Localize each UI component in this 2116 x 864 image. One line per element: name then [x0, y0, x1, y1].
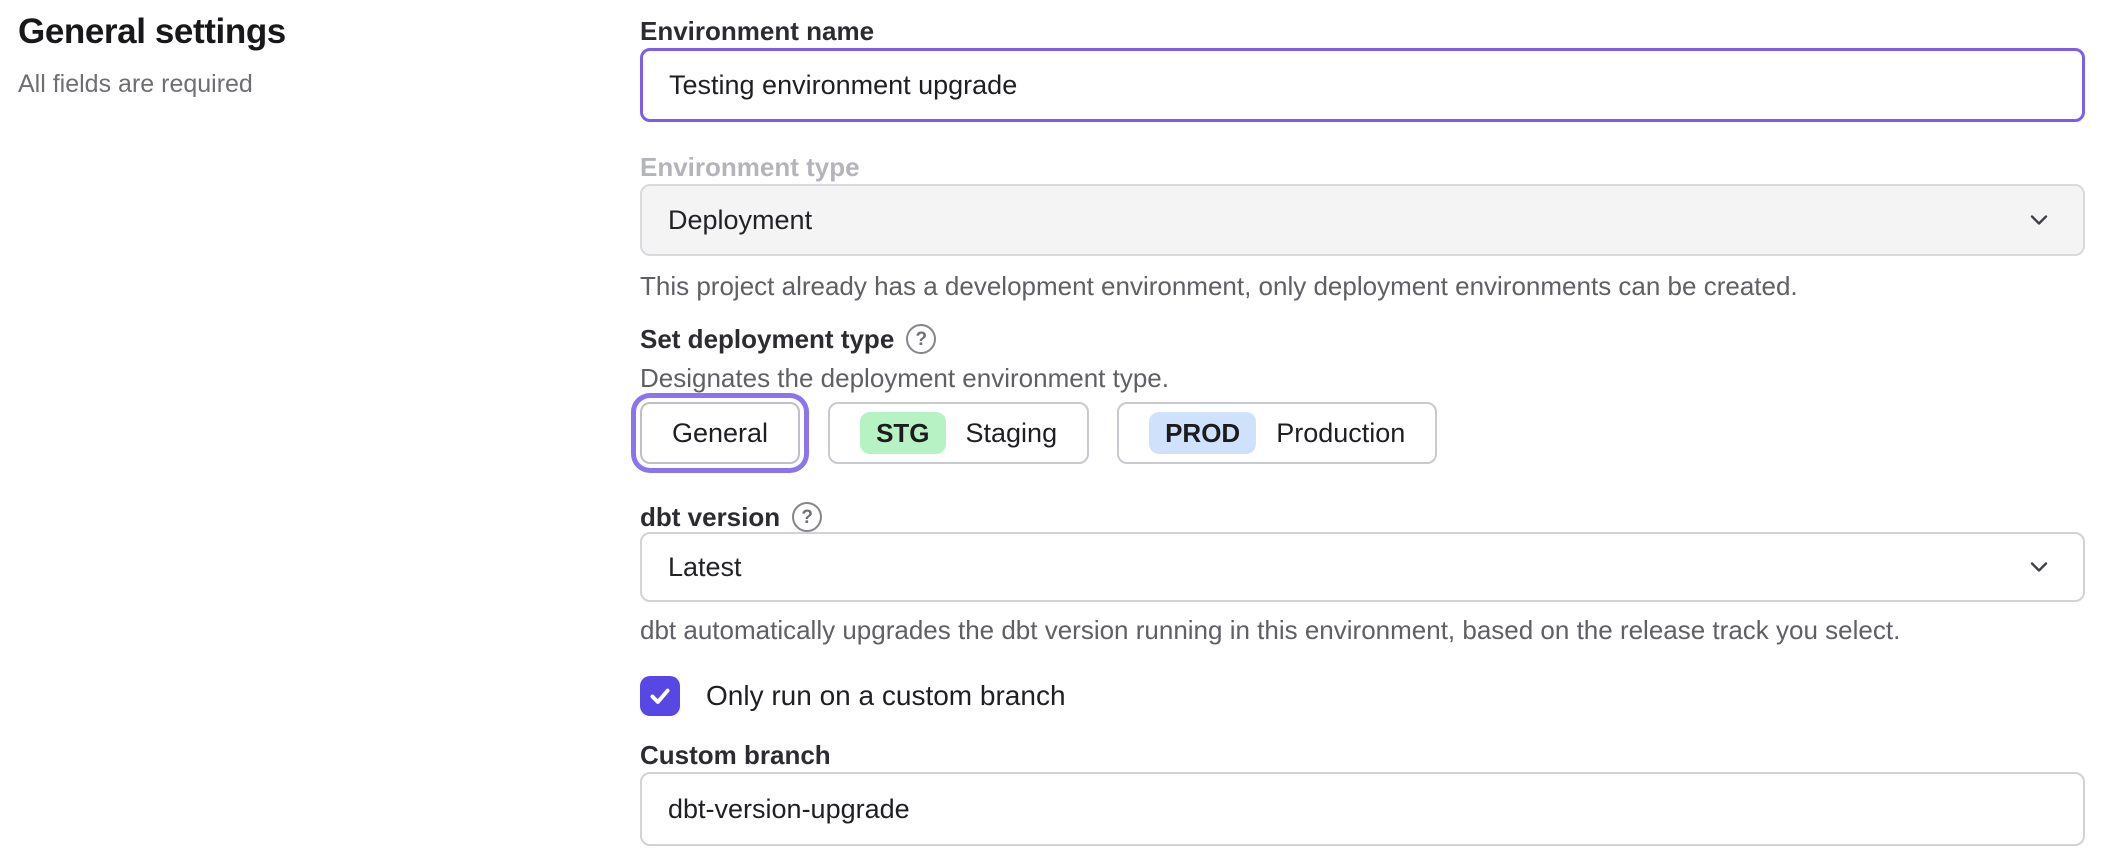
chevron-down-icon [2025, 553, 2053, 581]
environment-name-input[interactable] [640, 48, 2085, 122]
checkmark-icon [647, 683, 673, 709]
help-icon[interactable]: ? [792, 502, 822, 532]
intro-section: General settings All fields are required [18, 12, 286, 99]
deployment-type-general-button[interactable]: General [640, 402, 800, 464]
environment-type-helper: This project already has a development e… [640, 270, 2085, 302]
environment-name-label: Environment name [640, 14, 2085, 48]
page-title: General settings [18, 12, 286, 52]
custom-branch-label: Custom branch [640, 738, 2085, 772]
dbt-version-label-text: dbt version [640, 500, 780, 534]
chevron-down-icon [2025, 206, 2053, 234]
deployment-type-production-label: Production [1276, 418, 1405, 449]
environment-type-value: Deployment [668, 205, 812, 236]
deployment-type-staging-button[interactable]: STG Staging [828, 402, 1089, 464]
environment-settings-form: Environment name Environment type Deploy… [640, 0, 2085, 864]
custom-branch-input[interactable] [640, 772, 2085, 846]
custom-branch-toggle-label: Only run on a custom branch [706, 680, 1066, 712]
custom-branch-checkbox[interactable] [640, 676, 680, 716]
dbt-version-value: Latest [668, 552, 742, 583]
environment-type-label: Environment type [640, 150, 2085, 184]
deployment-type-staging-label: Staging [966, 418, 1058, 449]
deployment-type-label-text: Set deployment type [640, 322, 894, 356]
deployment-type-options: General STG Staging PROD Production [640, 402, 2085, 464]
staging-badge: STG [860, 412, 945, 455]
custom-branch-toggle-row: Only run on a custom branch [640, 676, 2085, 716]
deployment-type-general-label: General [672, 418, 768, 449]
dbt-version-label: dbt version ? [640, 500, 2085, 534]
help-icon[interactable]: ? [906, 324, 936, 354]
dbt-version-select[interactable]: Latest [640, 532, 2085, 602]
environment-type-select: Deployment [640, 184, 2085, 256]
deployment-type-description: Designates the deployment environment ty… [640, 362, 2085, 394]
deployment-type-production-button[interactable]: PROD Production [1117, 402, 1437, 464]
deployment-type-label: Set deployment type ? [640, 322, 2085, 356]
page-subtitle: All fields are required [18, 70, 286, 99]
dbt-version-helper: dbt automatically upgrades the dbt versi… [640, 614, 2085, 646]
production-badge: PROD [1149, 412, 1256, 455]
